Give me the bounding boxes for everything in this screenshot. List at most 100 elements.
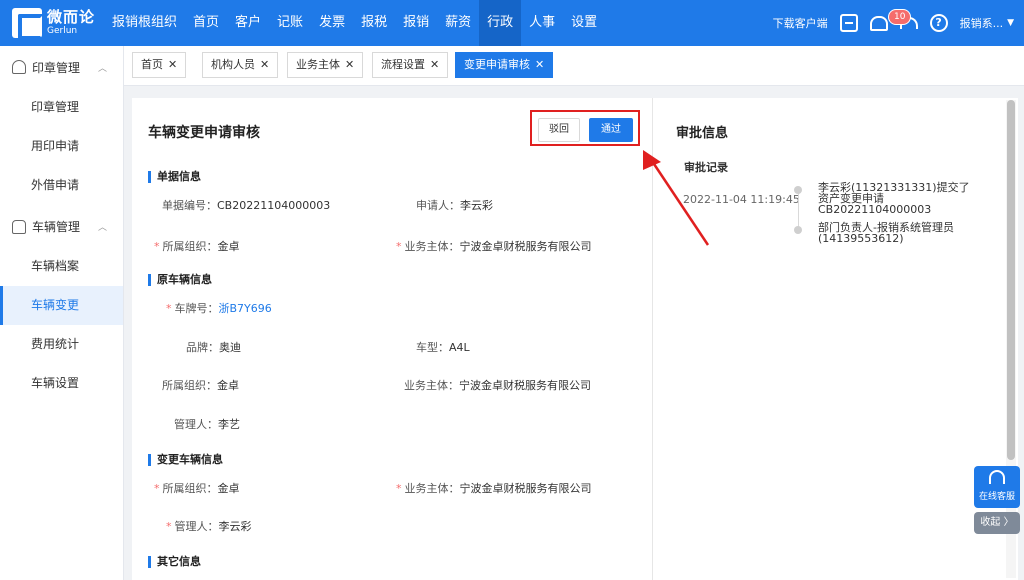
timeline-dot — [794, 226, 802, 234]
tab-change-review[interactable]: 变更申请审核 ✕ — [455, 52, 554, 78]
nav-item-invoice[interactable]: 发票 — [311, 0, 353, 46]
user-menu[interactable]: 报销系... — [960, 15, 1004, 31]
review-form: 车辆变更申请审核 驳回 通过 单据信息 单据编号：CB2022110400000… — [132, 98, 652, 580]
tab-label: 首页 — [141, 58, 163, 71]
close-icon[interactable]: ✕ — [168, 58, 177, 71]
close-icon[interactable]: ✕ — [535, 58, 544, 71]
field-label: 所属组织： — [162, 240, 218, 253]
help-icon[interactable]: ? — [929, 14, 948, 32]
nav-item-org[interactable]: 报销根组织 — [104, 0, 185, 46]
tab-home[interactable]: 首页 ✕ — [132, 52, 187, 78]
field-value: 宁波金卓财税服务有限公司 — [459, 240, 592, 253]
nav-item-admin[interactable]: 行政 — [479, 0, 522, 46]
logo[interactable]: 微而论 Gerlun — [0, 0, 104, 46]
section-doc-info: 单据信息 — [148, 171, 201, 183]
approval-record-title: 审批记录 — [684, 161, 728, 174]
nav-item-reimburse[interactable]: 报销 — [395, 0, 437, 46]
field-applicant: 申请人：李云彩 — [416, 197, 493, 213]
sidebar-item-vehicle-change[interactable]: 车辆变更 — [0, 286, 123, 325]
panel-divider — [652, 98, 653, 580]
close-icon[interactable]: ✕ — [430, 58, 439, 71]
sidebar-item-vehicle-archive[interactable]: 车辆档案 — [0, 247, 123, 286]
chevron-down-icon[interactable]: ▼ — [1007, 18, 1014, 28]
bell-icon[interactable] — [869, 15, 888, 31]
nav-item-hr[interactable]: 人事 — [521, 0, 563, 46]
chevron-up-icon: ︿ — [97, 223, 107, 233]
field-label: 单据编号： — [162, 199, 217, 212]
sidebar-group-stamp[interactable]: 印章管理 ︿ — [0, 46, 123, 88]
field-label: 业务主体： — [404, 240, 460, 253]
field-orig-org: 所属组织：金卓 — [162, 377, 239, 393]
tab-label: 业务主体 — [296, 58, 340, 71]
car-icon — [12, 220, 26, 234]
section-orig-vehicle: 原车辆信息 — [148, 274, 212, 286]
logo-name: 微而论 — [47, 8, 96, 26]
field-value: 宁波金卓财税服务有限公司 — [459, 379, 591, 392]
top-nav-bar: 微而论 Gerlun 报销根组织 首页 客户 记账 发票 报税 报销 薪资 行政… — [0, 0, 1024, 46]
tab-org-staff[interactable]: 机构人员 ✕ — [202, 52, 279, 78]
sidebar-group-vehicle[interactable]: 车辆管理 ︿ — [0, 205, 123, 247]
field-change-org: * 所属组织：金卓 — [154, 482, 240, 495]
sidebar-item-stamp-apply[interactable]: 用印申请 — [0, 127, 123, 166]
main-nav: 报销根组织 首页 客户 记账 发票 报税 报销 薪资 行政 人事 设置 — [104, 0, 605, 46]
online-service-button[interactable]: 在线客服 — [974, 466, 1020, 508]
headset-icon — [989, 470, 1005, 484]
field-label: 业务主体： — [404, 379, 459, 392]
nav-item-salary[interactable]: 薪资 — [437, 0, 479, 46]
nav-item-bookkeeping[interactable]: 记账 — [269, 0, 311, 46]
field-orig-entity: 业务主体：宁波金卓财税服务有限公司 — [404, 377, 591, 393]
sidebar-item-cost-stats[interactable]: 费用统计 — [0, 325, 123, 364]
logo-icon — [12, 8, 44, 40]
approve-button[interactable]: 通过 — [589, 118, 633, 142]
field-value: 金卓 — [217, 482, 240, 495]
field-value: 宁波金卓财税服务有限公司 — [459, 482, 592, 495]
field-value: 金卓 — [217, 240, 240, 253]
close-icon[interactable]: ✕ — [345, 58, 354, 71]
field-change-manager: * 管理人：李云彩 — [166, 520, 252, 533]
collapse-button[interactable]: 收起 〉 — [974, 512, 1020, 534]
scan-icon[interactable] — [839, 14, 858, 32]
field-entity: * 业务主体：宁波金卓财税服务有限公司 — [396, 240, 592, 253]
approval-timestamp: 2022-11-04 11:19:45 — [683, 193, 800, 206]
field-model: 车型：A4L — [416, 339, 470, 355]
approval-title: 审批信息 — [676, 126, 729, 141]
field-label: 车型： — [416, 341, 449, 354]
close-icon[interactable]: ✕ — [260, 58, 269, 71]
field-label: 所属组织： — [162, 482, 218, 495]
timeline-dot — [794, 186, 802, 194]
field-label: 所属组织： — [162, 379, 217, 392]
section-change-vehicle: 变更车辆信息 — [148, 454, 223, 466]
timeline-line — [798, 190, 799, 230]
scrollbar-thumb[interactable] — [1007, 100, 1015, 460]
nav-item-settings[interactable]: 设置 — [563, 0, 605, 46]
tab-label: 机构人员 — [211, 58, 255, 71]
sidebar-item-stamp-manage[interactable]: 印章管理 — [0, 88, 123, 127]
field-brand: 品牌：奥迪 — [186, 339, 241, 355]
logo-subtitle: Gerlun — [47, 26, 78, 36]
field-value: 李云彩 — [218, 520, 252, 533]
section-other-info: 其它信息 — [148, 556, 201, 568]
field-label: 车牌号： — [174, 302, 219, 315]
field-value: 奥迪 — [219, 341, 241, 354]
sidebar-item-vehicle-settings[interactable]: 车辆设置 — [0, 364, 123, 403]
main-content: 车辆变更申请审核 驳回 通过 单据信息 单据编号：CB2022110400000… — [132, 98, 1018, 580]
notification-badge: 10 — [888, 9, 912, 25]
field-plate: * 车牌号：浙B7Y696 — [166, 302, 272, 315]
nav-item-customer[interactable]: 客户 — [227, 0, 269, 46]
field-value: 金卓 — [217, 379, 239, 392]
download-client-link[interactable]: 下载客户端 — [773, 15, 828, 31]
plate-link[interactable]: 浙B7Y696 — [219, 302, 272, 315]
nav-item-tax[interactable]: 报税 — [353, 0, 395, 46]
sidebar-group-label: 印章管理 — [32, 60, 81, 75]
tab-bar: 首页 ✕ 机构人员 ✕ 业务主体 ✕ 流程设置 ✕ 变更申请审核 ✕ — [124, 46, 1024, 86]
tab-process-settings[interactable]: 流程设置 ✕ — [372, 52, 449, 78]
reject-button[interactable]: 驳回 — [538, 118, 580, 142]
sidebar-item-lend-apply[interactable]: 外借申请 — [0, 166, 123, 205]
nav-item-home[interactable]: 首页 — [185, 0, 227, 46]
tab-business-entity[interactable]: 业务主体 ✕ — [287, 52, 364, 78]
field-label: 业务主体： — [404, 482, 460, 495]
field-value: 李云彩 — [460, 199, 493, 212]
field-label: 申请人： — [416, 199, 460, 212]
approval-entry-submitted: 李云彩(11321331331)提交了资产变更申请CB2022110400000… — [818, 181, 970, 216]
tab-label: 变更申请审核 — [464, 58, 530, 71]
